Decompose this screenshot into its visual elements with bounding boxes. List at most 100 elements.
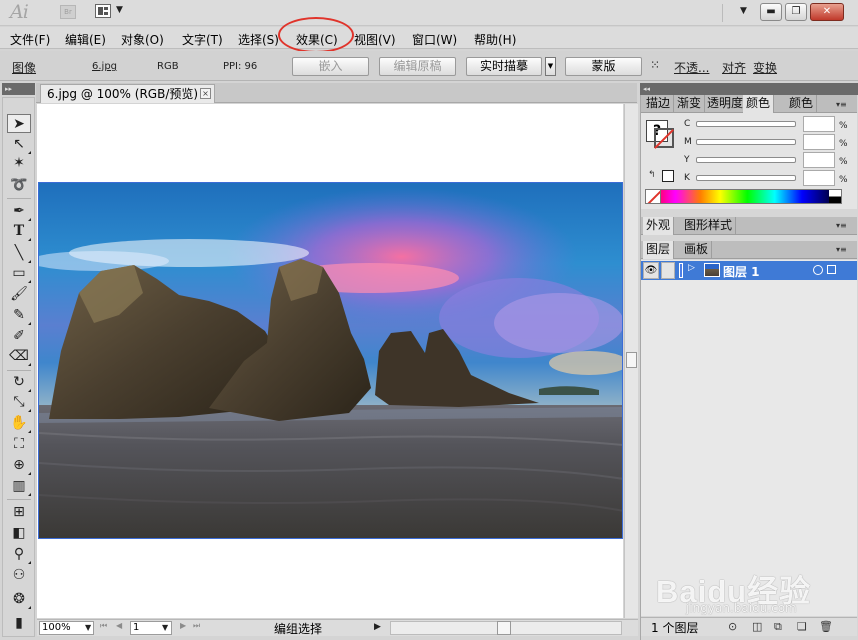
menu-help[interactable]: 帮助(H) (474, 31, 516, 48)
default-fill-stroke-icon[interactable] (662, 170, 674, 182)
tab-color-guide[interactable]: 颜色 (786, 95, 818, 113)
file-name-link[interactable]: 6.jpg (92, 61, 117, 72)
opacity-link[interactable]: 不透... (674, 59, 709, 76)
layers-panel-menu-icon[interactable]: ▾≡ (836, 245, 847, 254)
create-sublayer-icon[interactable]: ⧉ (774, 620, 782, 634)
lock-toggle[interactable] (661, 262, 675, 279)
layer-target-icon[interactable] (813, 265, 823, 275)
color-spectrum-bar[interactable] (645, 189, 842, 204)
selection-tool-icon[interactable]: ➤ (7, 114, 31, 133)
menu-edit[interactable]: 编辑(E) (65, 31, 106, 48)
align-link[interactable]: 对齐 (722, 59, 746, 76)
black-value-input[interactable] (803, 170, 835, 186)
mask-button[interactable]: 蒙版 (565, 57, 642, 76)
graph-tool-icon[interactable]: ▥ (7, 477, 31, 496)
scale-tool-icon[interactable]: ⤡ (7, 393, 31, 412)
magenta-value-input[interactable] (803, 134, 835, 150)
layer-selection-indicator[interactable] (827, 265, 836, 274)
appearance-panel-menu-icon[interactable]: ▾≡ (836, 221, 847, 230)
bridge-button[interactable]: Br (60, 5, 76, 19)
live-trace-button[interactable]: 实时描摹 (466, 57, 542, 76)
artboard-dropdown-arrow[interactable]: ▼ (162, 623, 168, 632)
expand-layer-triangle-icon[interactable]: ▷ (688, 263, 695, 273)
eraser-tool-icon[interactable]: ⌫ (7, 347, 31, 366)
pencil-tool-icon[interactable]: ✎ (7, 306, 31, 325)
yellow-value-input[interactable] (803, 152, 835, 168)
previous-artboard-button[interactable]: ◀ (116, 621, 122, 630)
locate-object-icon[interactable]: ⊙ (728, 620, 737, 633)
layer-name[interactable]: 图层 1 (723, 263, 760, 280)
blob-brush-tool-icon[interactable]: ✐ (7, 327, 31, 346)
shape-builder-tool-icon[interactable]: ⊕ (7, 456, 31, 475)
tab-artboards[interactable]: 画板 (681, 241, 713, 259)
direct-selection-tool-icon[interactable]: ↖ (7, 135, 31, 154)
cyan-value-input[interactable] (803, 116, 835, 132)
next-artboard-button[interactable]: ▶ (180, 621, 186, 630)
type-tool-icon[interactable]: T (7, 222, 31, 241)
live-trace-options-dropdown[interactable]: ▼ (545, 57, 556, 76)
line-tool-icon[interactable]: ╲ (7, 244, 31, 263)
tab-graphic-styles[interactable]: 图形样式 (681, 217, 737, 235)
none-color-swatch[interactable] (645, 189, 661, 204)
create-new-layer-icon[interactable]: ❏ (797, 620, 807, 633)
visibility-eye-icon[interactable]: 👁 (643, 262, 659, 279)
eyedropper-tool-icon[interactable]: ⚲ (7, 545, 31, 564)
document-tab[interactable]: 6.jpg @ 100% (RGB/预览) (40, 84, 215, 103)
magenta-slider[interactable] (696, 139, 796, 145)
menu-file[interactable]: 文件(F) (10, 31, 50, 48)
panel-dock-grip[interactable]: ◂◂ (640, 83, 858, 95)
tab-appearance[interactable]: 外观 (643, 217, 675, 235)
tab-layers[interactable]: 图层 (643, 241, 675, 259)
last-artboard-button[interactable]: ⏭ (193, 621, 200, 631)
menu-view[interactable]: 视图(V) (354, 31, 396, 48)
workspace-switcher-dropdown[interactable]: ▼ (740, 6, 747, 16)
black-white-swatch[interactable] (829, 190, 841, 203)
column-graph-tool-icon[interactable]: ▮ (7, 614, 31, 633)
status-menu-arrow[interactable]: ▶ (374, 622, 381, 632)
stroke-swatch[interactable] (654, 128, 674, 148)
first-artboard-button[interactable]: ⏮ (100, 621, 107, 631)
swap-fill-stroke-icon[interactable]: ↰ (648, 170, 656, 180)
cyan-slider[interactable] (696, 121, 796, 127)
make-clipping-mask-icon[interactable]: ◫ (752, 620, 762, 633)
arrange-documents-dropdown[interactable]: ▼ (116, 5, 123, 15)
warp-tool-icon[interactable]: ✋ (7, 414, 31, 433)
mesh-tool-icon[interactable]: ⊞ (7, 503, 31, 522)
tab-transparency[interactable]: 透明度 (704, 95, 748, 113)
vertical-scroll-thumb[interactable] (626, 352, 637, 368)
black-slider[interactable] (696, 175, 796, 181)
horizontal-scroll-thumb[interactable] (497, 621, 511, 635)
embed-button[interactable]: 嵌入 (292, 57, 369, 76)
color-panel-menu-icon[interactable]: ▾≡ (836, 100, 847, 109)
menu-type[interactable]: 文字(T) (182, 31, 223, 48)
menu-window[interactable]: 窗口(W) (412, 31, 457, 48)
paintbrush-tool-icon[interactable]: 🖌 (7, 285, 31, 304)
tab-stroke[interactable]: 描边 (643, 95, 675, 113)
gradient-tool-icon[interactable]: ◧ (7, 524, 31, 543)
tab-gradient[interactable]: 渐变 (674, 95, 706, 113)
zoom-dropdown-arrow[interactable]: ▼ (85, 623, 91, 632)
rotate-tool-icon[interactable]: ↻ (7, 373, 31, 392)
rectangle-tool-icon[interactable]: ▭ (7, 264, 31, 283)
maximize-button[interactable]: ❐ (785, 3, 807, 21)
magic-wand-tool-icon[interactable]: ✶ (7, 154, 31, 173)
symbol-sprayer-tool-icon[interactable]: ❂ (7, 590, 31, 609)
lasso-tool-icon[interactable]: ➰ (7, 176, 31, 195)
placed-image-coastal-rocks[interactable] (38, 182, 623, 539)
tab-color[interactable]: 颜色 (743, 95, 775, 113)
blend-tool-icon[interactable]: ⚇ (7, 566, 31, 585)
arrange-documents-icon[interactable] (95, 4, 111, 18)
minimize-button[interactable]: ▬ (760, 3, 782, 21)
pen-tool-icon[interactable]: ✒ (7, 202, 31, 221)
close-document-icon[interactable]: × (200, 88, 211, 99)
object-type-link[interactable]: 图像 (12, 59, 36, 76)
select-similar-icon[interactable]: ⁙ (650, 58, 660, 72)
toolbox-grip[interactable]: ▸▸ (2, 83, 35, 95)
close-window-button[interactable]: ✕ (810, 3, 844, 21)
transform-link[interactable]: 变换 (753, 59, 777, 76)
menu-object[interactable]: 对象(O) (121, 31, 164, 48)
free-transform-tool-icon[interactable]: ⛶ (7, 435, 31, 454)
menu-select[interactable]: 选择(S) (238, 31, 279, 48)
edit-original-button[interactable]: 编辑原稿 (379, 57, 456, 76)
delete-layer-icon[interactable]: 🗑 (819, 620, 833, 633)
